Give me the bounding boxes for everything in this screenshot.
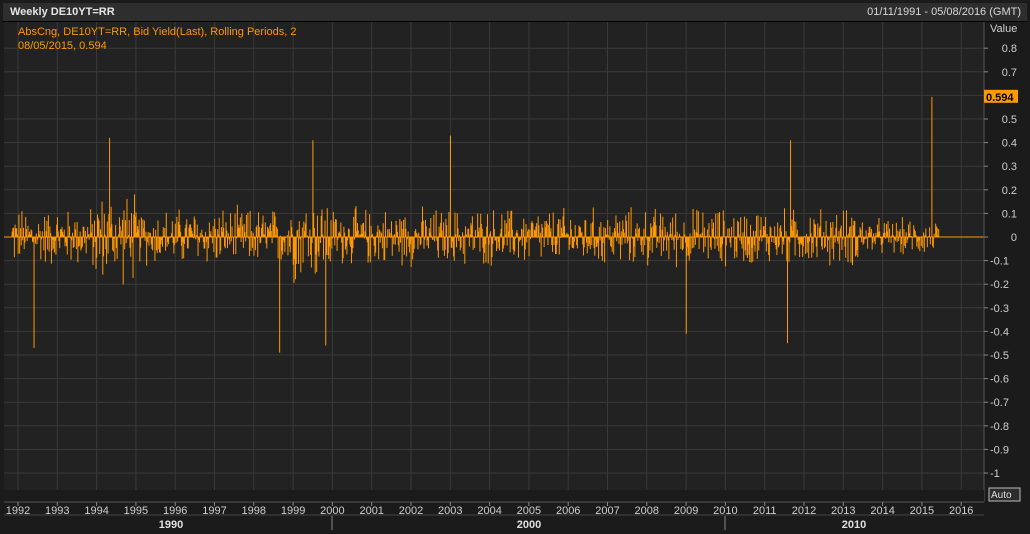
x-tick-label: 2003 [438, 505, 462, 517]
legend-cursor-value: 08/05/2015, 0.594 [18, 40, 107, 52]
y-tick-label: -0.2 [990, 279, 1009, 291]
y-tick-label: 0.5 [1002, 114, 1017, 126]
y-tick-label: 0.2 [1002, 185, 1017, 197]
y-tick-label: -0.6 [990, 374, 1009, 386]
x-tick-label: 2012 [792, 505, 816, 517]
chart-title: Weekly DE10YT=RR [10, 6, 115, 18]
y-tick-label: -0.8 [990, 421, 1009, 433]
x-tick-label: 2013 [831, 505, 855, 517]
x-tick-label: 2009 [674, 505, 698, 517]
decade-label: 1990 [159, 519, 183, 531]
y-tick-label: -0.9 [990, 444, 1009, 456]
y-tick-label: -0.5 [990, 350, 1009, 362]
x-tick-label: 2008 [635, 505, 659, 517]
x-tick-label: 2016 [949, 505, 973, 517]
x-tick-label: 2005 [517, 505, 541, 517]
y-tick-label: 0.8 [1002, 43, 1017, 55]
last-value-label: 0.594 [986, 92, 1014, 104]
x-tick-label: 2000 [320, 505, 344, 517]
y-tick-label: -0.1 [990, 256, 1009, 268]
x-tick-label: 1992 [6, 505, 30, 517]
chart-window: Value 0.80.70.60.50.40.30.20.10-0.1-0.2-… [0, 0, 1030, 534]
date-range: 01/11/1991 - 05/08/2016 (GMT) [867, 6, 1021, 18]
x-tick-label: 1993 [45, 505, 69, 517]
y-tick-label: 0.1 [1002, 208, 1017, 220]
x-tick-label: 1998 [242, 505, 266, 517]
y-tick-label: 0.3 [1002, 161, 1017, 173]
y-tick-label: -0.3 [990, 303, 1009, 315]
y-tick-label: -0.7 [990, 397, 1009, 409]
value-axis-title: Value [990, 23, 1017, 35]
x-tick-label: 2002 [399, 505, 423, 517]
x-tick-label: 2006 [556, 505, 580, 517]
x-tick-label: 2010 [713, 505, 737, 517]
x-tick-label: 2014 [870, 505, 894, 517]
y-tick-label: -0.4 [990, 326, 1009, 338]
x-tick-label: 1994 [84, 505, 108, 517]
auto-button[interactable]: Auto [988, 487, 1021, 502]
x-tick-label: 1995 [124, 505, 148, 517]
decade-label: 2010 [842, 519, 866, 531]
legend-series: AbsCng, DE10YT=RR, Bid Yield(Last), Roll… [18, 26, 297, 38]
y-tick-label: 0.4 [1002, 138, 1017, 150]
x-tick-label: 1999 [281, 505, 305, 517]
x-tick-label: 1996 [163, 505, 187, 517]
plot-background [4, 22, 984, 490]
x-tick-label: 2011 [753, 505, 777, 517]
x-tick-label: 2007 [595, 505, 619, 517]
x-tick-label: 2001 [359, 505, 383, 517]
decade-label: 2000 [517, 519, 541, 531]
y-tick-label: 0.7 [1002, 67, 1017, 79]
auto-button-label[interactable]: Auto [991, 490, 1012, 501]
x-tick-label: 1997 [202, 505, 226, 517]
x-tick-label: 2004 [477, 505, 501, 517]
last-value-badge: 0.594 [984, 89, 1018, 104]
y-tick-label: 0 [1011, 232, 1017, 244]
x-tick-label: 2015 [910, 505, 934, 517]
chart-canvas[interactable]: Value 0.80.70.60.50.40.30.20.10-0.1-0.2-… [0, 0, 1030, 534]
title-bar: Weekly DE10YT=RR 01/11/1991 - 05/08/2016… [3, 3, 1027, 22]
y-tick-label: -1 [990, 468, 1000, 480]
